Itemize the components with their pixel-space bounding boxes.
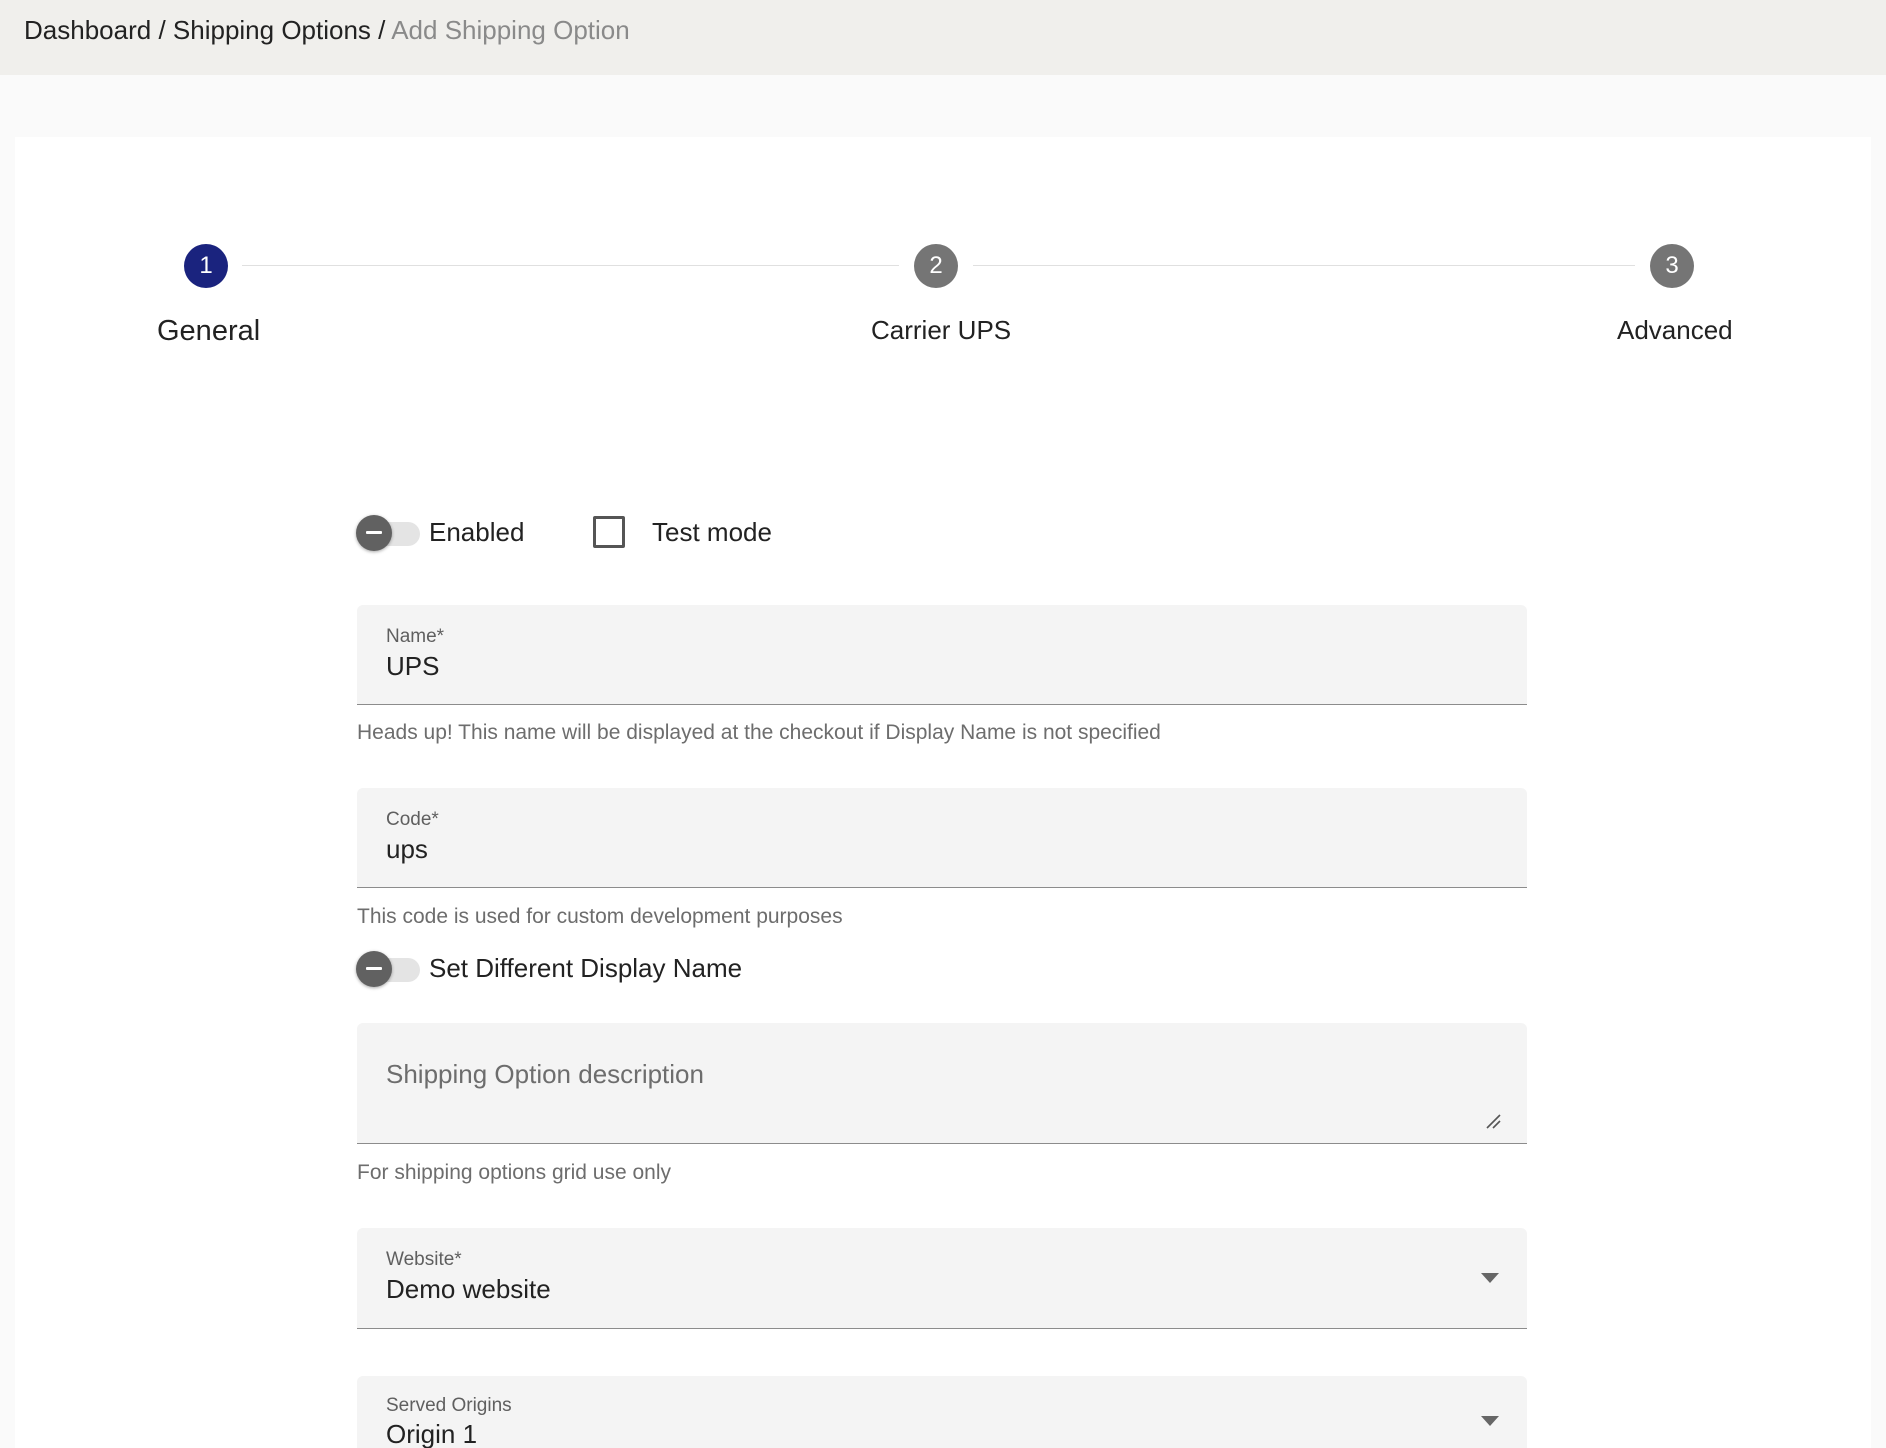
served-origins-select[interactable]: Served Origins Origin 1: [357, 1376, 1527, 1448]
step-1-circle[interactable]: 1: [184, 244, 228, 288]
chevron-down-icon: [1481, 1416, 1499, 1426]
website-select[interactable]: Website* Demo website: [357, 1228, 1527, 1329]
name-field-label: Name*: [386, 626, 445, 647]
top-bar: Dashboard / Shipping Options / Add Shipp…: [0, 0, 1886, 75]
step-2-circle[interactable]: 2: [914, 244, 958, 288]
code-field[interactable]: Code* ups: [357, 788, 1527, 888]
step-connector: [973, 265, 1635, 266]
test-mode-checkbox[interactable]: [593, 516, 625, 548]
enabled-label: Enabled: [429, 517, 525, 547]
name-hint: Heads up! This name will be displayed at…: [357, 721, 1161, 744]
test-mode-label: Test mode: [652, 517, 772, 547]
step-connector: [242, 265, 899, 266]
website-select-label: Website*: [386, 1249, 462, 1270]
breadcrumb-separator: /: [378, 15, 386, 45]
resize-handle-icon[interactable]: [1485, 1113, 1501, 1129]
name-field[interactable]: Name* UPS: [357, 605, 1527, 705]
code-hint: This code is used for custom development…: [357, 905, 843, 928]
toggle-knob: [356, 951, 392, 987]
breadcrumb-current: Add Shipping Option: [391, 15, 630, 45]
breadcrumb: Dashboard / Shipping Options / Add Shipp…: [24, 15, 630, 45]
code-field-label: Code*: [386, 809, 439, 830]
description-textarea[interactable]: Shipping Option description: [357, 1023, 1527, 1144]
description-hint: For shipping options grid use only: [357, 1161, 672, 1184]
breadcrumb-shipping-options-link[interactable]: Shipping Options: [173, 15, 371, 45]
website-select-value: Demo website: [386, 1274, 551, 1304]
description-placeholder: Shipping Option description: [386, 1059, 704, 1089]
name-field-value[interactable]: UPS: [386, 651, 439, 681]
enabled-toggle[interactable]: [356, 512, 420, 551]
step-3-label[interactable]: Advanced: [1617, 315, 1733, 345]
served-origins-select-value: Origin 1: [386, 1419, 478, 1448]
code-field-value[interactable]: ups: [386, 834, 428, 864]
display-name-toggle-label: Set Different Display Name: [429, 953, 743, 983]
step-3-circle[interactable]: 3: [1650, 244, 1694, 288]
toggle-knob: [356, 515, 392, 551]
served-origins-select-label: Served Origins: [386, 1395, 512, 1416]
breadcrumb-dashboard-link[interactable]: Dashboard: [24, 15, 151, 45]
step-2-label[interactable]: Carrier UPS: [871, 315, 1011, 345]
breadcrumb-separator: /: [158, 15, 166, 45]
display-name-toggle[interactable]: [356, 948, 420, 987]
step-1-label[interactable]: General: [157, 316, 260, 346]
chevron-down-icon: [1481, 1273, 1499, 1283]
